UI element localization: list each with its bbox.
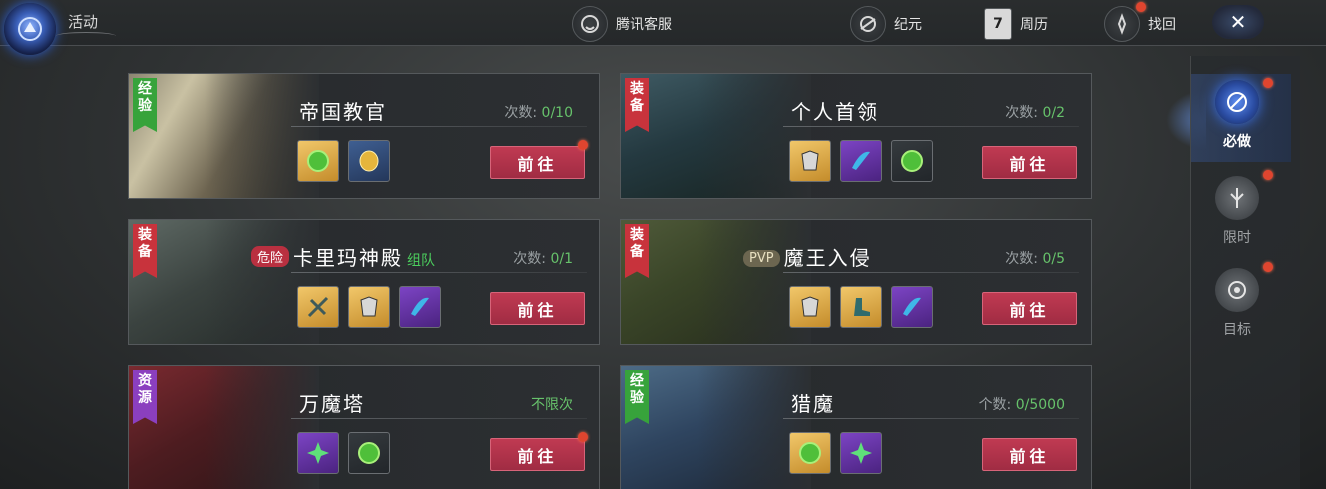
close-icon: ✕ [1229,10,1247,34]
customer-service-icon [572,6,608,42]
activity-card-kalima-temple: 装备 危险 卡里玛神殿 组队 次数: 0/1 前往 [128,219,600,345]
activity-name: 帝国教官 [299,100,387,124]
exp-orb-icon[interactable] [789,432,831,474]
armor-chest-icon[interactable] [789,286,831,328]
activity-card-personal-boss: 装备 个人首领 次数: 0/2 前往 [620,73,1092,199]
card-divider [291,126,587,127]
title-underline-decoration [56,32,116,40]
must-do-icon [1215,80,1259,124]
activity-count: 次数: 0/2 [1005,105,1065,121]
calendar-icon: 7 [984,8,1012,40]
target-notification-dot [1263,262,1273,272]
activity-card-imperial-instructor: 经验 帝国教官 次数: 0/10 前往 [128,73,600,199]
activity-card-demon-king-invasion: 装备 PVP 魔王入侵 次数: 0/5 前往 [620,219,1092,345]
activity-name: PVP 魔王入侵 [743,242,872,271]
activity-count: 不限次 [531,397,573,413]
era-icon [850,6,886,42]
pvp-badge: PVP [743,250,780,267]
crystal-wing-icon[interactable] [840,140,882,182]
gold-coin-icon[interactable] [348,140,390,182]
activity-art-city [621,366,811,489]
activity-card-demon-hunt: 经验 猎魔 个数: 0/5000 前往 [620,365,1092,489]
calendar-button[interactable]: 7 周历 [984,6,1048,42]
go-button[interactable]: 前往 [490,438,585,471]
limited-time-notification-dot [1263,170,1273,180]
reward-list [297,140,390,182]
customer-service-button[interactable]: 腾讯客服 [572,6,672,42]
activity-art-jungle [621,220,811,344]
activity-name: 危险 卡里玛神殿 组队 [251,242,435,271]
sidebar-item-limited-time[interactable]: 限时 [1191,170,1291,258]
activity-name: 个人首领 [791,100,879,124]
crossbow-icon[interactable] [297,286,339,328]
calendar-label: 周历 [1020,17,1048,33]
activity-tag: 装备 [625,224,649,278]
green-star-gem-icon[interactable] [840,432,882,474]
activity-count: 个数: 0/5000 [978,397,1065,413]
go-button[interactable]: 前往 [982,292,1077,325]
category-sidebar: 必做 限时 目标 [1190,56,1300,489]
card-divider [291,272,587,273]
activity-art-ship [129,220,319,344]
must-do-notification-dot [1263,78,1273,88]
activity-art-knight [129,74,319,198]
reward-list [297,286,441,328]
sidebar-item-label: 限时 [1223,230,1251,246]
top-bar: 活动 腾讯客服 纪元 7 周历 找回 ✕ [0,0,1326,55]
armor-chest-icon[interactable] [348,286,390,328]
retrieve-label: 找回 [1148,17,1176,33]
crystal-wing-icon[interactable] [399,286,441,328]
card-divider [291,418,587,419]
page-title: 活动 [68,13,99,31]
go-button[interactable]: 前往 [982,146,1077,179]
reward-list [297,432,390,474]
card-divider [783,272,1079,273]
retrieve-notification-dot [1136,2,1146,12]
activity-tag: 装备 [625,78,649,132]
go-button[interactable]: 前往 [490,292,585,325]
close-button[interactable]: ✕ [1212,5,1264,39]
card-divider [783,418,1079,419]
exp-orb-icon[interactable] [348,432,390,474]
go-notification-dot [578,432,588,442]
activity-tag: 资源 [133,370,157,424]
activity-count: 次数: 0/5 [1005,251,1065,267]
reward-list [789,286,933,328]
boots-icon[interactable] [840,286,882,328]
limited-time-icon [1215,176,1259,220]
armor-chest-icon[interactable] [789,140,831,182]
sidebar-item-target[interactable]: 目标 [1191,262,1291,350]
team-label: 组队 [407,253,436,269]
card-divider [783,126,1079,127]
target-icon [1215,268,1259,312]
reward-list [789,432,882,474]
activity-count: 次数: 0/1 [513,251,573,267]
era-button[interactable]: 纪元 [850,6,922,42]
green-star-gem-icon[interactable] [297,432,339,474]
sidebar-item-label: 目标 [1223,322,1251,338]
customer-service-label: 腾讯客服 [616,17,672,33]
sidebar-item-must-do[interactable]: 必做 [1191,74,1291,162]
activity-count: 次数: 0/10 [504,105,573,121]
activity-art-arena [129,366,319,489]
activity-card-demon-tower: 资源 万魔塔 不限次 前往 [128,365,600,489]
activity-tag: 装备 [133,224,157,278]
activity-logo-icon [4,3,56,55]
reward-list [789,140,933,182]
activity-tag: 经验 [625,370,649,424]
exp-orb-icon[interactable] [891,140,933,182]
activity-art-castle [621,74,811,198]
exp-orb-icon[interactable] [297,140,339,182]
sidebar-item-label: 必做 [1223,134,1251,150]
activity-name: 万魔塔 [299,392,365,416]
era-label: 纪元 [894,17,922,33]
activity-name: 猎魔 [791,392,835,416]
crystal-wing-icon[interactable] [891,286,933,328]
danger-badge: 危险 [251,246,290,267]
go-button[interactable]: 前往 [490,146,585,179]
go-notification-dot [578,140,588,150]
go-button[interactable]: 前往 [982,438,1077,471]
activity-tag: 经验 [133,78,157,132]
retrieve-icon [1104,6,1140,42]
